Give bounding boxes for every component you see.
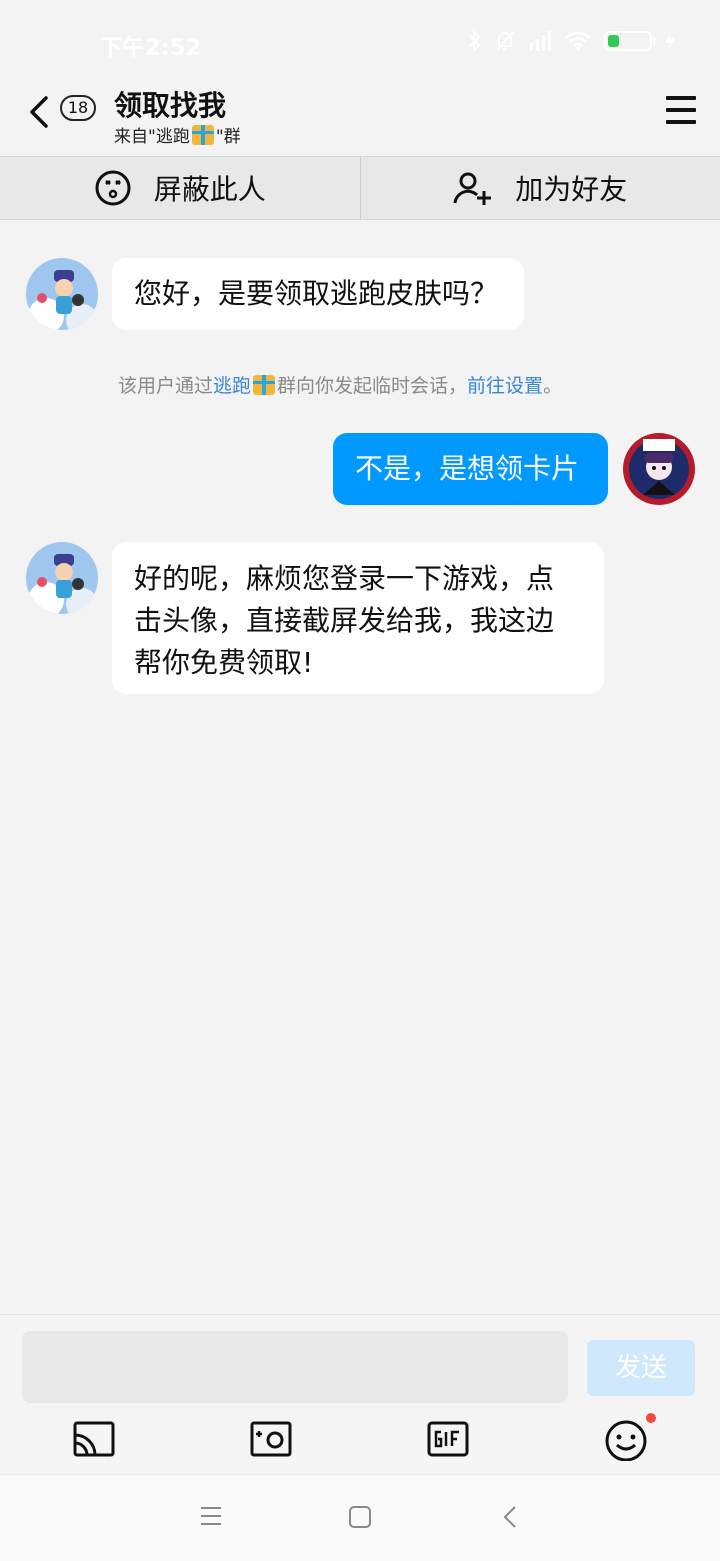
stranger-action-bar: 屏蔽此人 加为好友 <box>0 156 720 220</box>
group-link[interactable]: 逃跑 <box>213 375 251 397</box>
system-note-prefix: 该用户通过 <box>118 375 213 397</box>
back-icon[interactable] <box>26 94 56 130</box>
composer: 发送 <box>0 1314 720 1475</box>
bluetooth-icon <box>466 29 482 53</box>
block-user-button[interactable]: 屏蔽此人 <box>0 157 360 219</box>
unread-count-badge[interactable]: 18 <box>60 95 96 121</box>
sender-avatar[interactable] <box>26 258 98 330</box>
charging-icon <box>664 30 676 52</box>
message-bubble[interactable]: 好的呢，麻烦您登录一下游戏，点 击头像，直接截屏发给我，我这边 帮你免费领取! <box>112 542 604 694</box>
notification-dot <box>646 1413 656 1423</box>
message-line: 帮你免费领取! <box>134 642 582 684</box>
nav-back-icon[interactable] <box>502 1505 518 1529</box>
system-note: 该用户通过逃跑 群向你发起临时会话，前往设置。 <box>118 371 562 398</box>
send-button[interactable]: 发送 <box>587 1340 695 1396</box>
message-text: 您好，是要领取逃跑皮肤吗？ <box>134 277 498 310</box>
status-icons <box>466 29 676 53</box>
system-note-middle: 群向你发起临时会话， <box>277 375 467 397</box>
wifi-icon <box>564 30 592 52</box>
status-bar: 下午2:52 <box>0 0 720 80</box>
status-time: 下午2:52 <box>100 30 202 62</box>
gif-icon[interactable] <box>426 1419 470 1459</box>
mute-bell-icon <box>494 29 516 53</box>
message-text: 不是，是想领卡片 <box>355 452 579 485</box>
system-nav-bar <box>0 1474 720 1561</box>
battery-icon <box>604 31 652 51</box>
message-bubble[interactable]: 您好，是要领取逃跑皮肤吗？ <box>112 258 524 330</box>
system-note-suffix: 。 <box>543 375 562 397</box>
emoji-icon <box>604 1419 648 1461</box>
block-icon <box>94 169 132 207</box>
block-user-label: 屏蔽此人 <box>154 168 266 208</box>
message-line: 击头像，直接截屏发给我，我这边 <box>134 600 582 642</box>
chat-header: 18 领取找我 来自"逃跑 "群 <box>0 80 720 156</box>
camera-icon[interactable] <box>249 1419 293 1459</box>
add-friend-label: 加为好友 <box>515 168 627 208</box>
nav-menu-icon[interactable] <box>200 1505 222 1527</box>
my-avatar[interactable] <box>623 433 695 505</box>
chat-title: 领取找我 <box>114 84 226 124</box>
add-friend-button[interactable]: 加为好友 <box>361 157 720 219</box>
subtitle-prefix: 来自"逃跑 <box>114 127 190 147</box>
screen-cast-icon[interactable] <box>72 1419 116 1459</box>
settings-link[interactable]: 前往设置 <box>467 375 543 397</box>
subtitle-suffix: "群 <box>216 127 241 147</box>
gift-icon <box>192 125 214 145</box>
message-bubble-outgoing[interactable]: 不是，是想领卡片 <box>333 433 608 505</box>
sender-avatar[interactable] <box>26 542 98 614</box>
chat-subtitle: 来自"逃跑 "群 <box>114 122 241 147</box>
signal-icon <box>528 29 552 53</box>
message-line: 好的呢，麻烦您登录一下游戏，点 <box>134 558 582 600</box>
gift-icon <box>253 375 275 395</box>
emoji-button[interactable] <box>604 1419 648 1459</box>
menu-icon[interactable] <box>666 96 696 126</box>
add-friend-icon <box>453 169 493 207</box>
nav-home-icon[interactable] <box>348 1505 372 1529</box>
message-input[interactable] <box>22 1331 568 1403</box>
